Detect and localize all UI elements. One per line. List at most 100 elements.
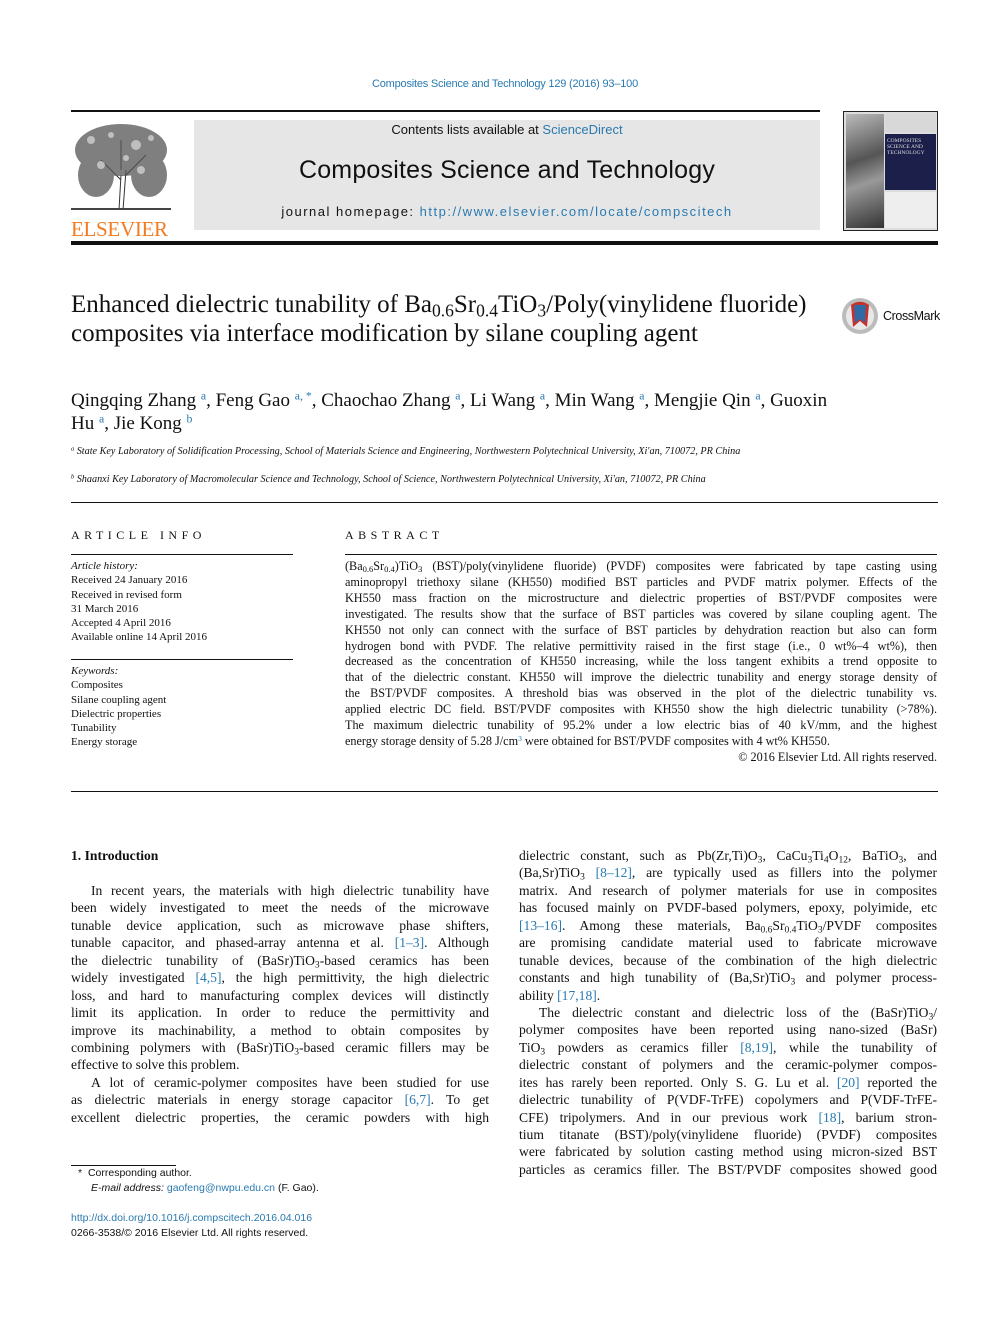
citation-link[interactable]: [20] [837, 1075, 860, 1090]
text-line: dielectric tunability of P(VDF-TrFE) cop… [519, 1091, 937, 1108]
text-line: ites has rarely been reported. Only S. G… [519, 1074, 937, 1091]
text-line: [13–16]. Among these materials, Ba0.6Sr0… [519, 917, 937, 935]
text-run: A lot of ceramic-polymer composites have… [91, 1074, 489, 1090]
email-footnote: E-mail address: gaofeng@nwpu.edu.cn (F. … [91, 1182, 319, 1194]
affiliation-marker[interactable]: b [187, 413, 193, 426]
citation-link[interactable]: [18] [818, 1110, 841, 1125]
text-run: KH550 not only can connect with the surf… [345, 622, 937, 637]
text-run: , are typically used as fillers into the… [631, 865, 938, 881]
text-run: were obtained for BST/PVDF composites wi… [521, 733, 830, 748]
divider [71, 554, 293, 555]
text-line: A lot of ceramic-polymer composites have… [71, 1074, 489, 1091]
text-run: the dielectric tunability of (BaSr)TiO [71, 952, 315, 968]
text-run: , Min Wang [545, 390, 640, 411]
journal-homepage-link[interactable]: http://www.elsevier.com/locate/compscite… [420, 204, 733, 219]
text-run: The dielectric constant and dielectric l… [539, 1004, 929, 1020]
text-line: been widely investigated to meet the nee… [71, 899, 489, 916]
text-run: are promising candidate material used to… [519, 935, 937, 951]
text-run: , while the tunability of [773, 1039, 938, 1055]
text-line: as dielectric materials in energy storag… [71, 1091, 489, 1108]
text-run: The maximum dielectric tunability of 95.… [345, 718, 937, 733]
text-run: Sr [373, 559, 385, 573]
text-run: particles as ceramics filler. The BST/PV… [519, 1161, 937, 1177]
text-line: energy storage density of 5.28 J/cm3 wer… [345, 734, 937, 750]
corresponding-footnote: * Corresponding author. [78, 1167, 192, 1179]
text-line: applied electric DC field. BST/PVDF comp… [345, 702, 937, 718]
intro-left-column: In recent years, the materials with high… [71, 882, 489, 1126]
doi-link[interactable]: http://dx.doi.org/10.1016/j.compscitech.… [71, 1211, 312, 1226]
text-run: , CaCu [762, 848, 808, 863]
elsevier-tree-icon [71, 124, 171, 211]
text-line: TiO3 powders as ceramics filler [8,19], … [519, 1039, 938, 1057]
citation-link[interactable]: [8,19] [740, 1040, 773, 1055]
history-accepted: Accepted 4 April 2016 [71, 617, 171, 630]
subscript: 3 [537, 300, 547, 321]
text-line: hydrogen bond with PVDF. The relative pe… [345, 639, 937, 655]
text-run: CFE) tripolymers. And in our previous wo… [519, 1109, 819, 1125]
text-run: . Among these materials, Ba [562, 917, 761, 933]
text-line: KH550 mass fraction on the microstructur… [345, 591, 937, 607]
text-run: TiO [796, 917, 818, 933]
text-line: effective to solve this problem. [71, 1056, 489, 1073]
text-run: reported the [859, 1074, 937, 1090]
text-run: applied electric DC field. BST/PVDF comp… [345, 702, 937, 717]
citation-link[interactable]: [8–12] [596, 865, 632, 880]
text-run: , Feng Gao [206, 390, 295, 411]
keyword: Dielectric properties [71, 707, 162, 720]
text-line: The maximum dielectric tunability of 95.… [345, 718, 937, 734]
text-run: decreased as the concentration of KH550 … [345, 654, 937, 669]
text-run: )TiO [394, 559, 419, 573]
text-run: matrix. And research of polymer material… [519, 882, 937, 898]
history-revised-date: 31 March 2016 [71, 602, 139, 615]
text-line: (Ba0.6Sr0.4)TiO3 (BST)/poly(vinylidene f… [345, 559, 937, 575]
text-run: , Li Wang [460, 390, 540, 411]
text-run: improve its machinability, a method to o… [71, 1022, 489, 1038]
article-title: Enhanced dielectric tunability of Ba0.6S… [71, 290, 811, 348]
abstract-copyright: © 2016 Elsevier Ltd. All rights reserved… [738, 750, 937, 764]
citation-link[interactable]: [17,18] [557, 988, 597, 1003]
text-run: investigated. The results show that the … [345, 606, 937, 621]
keywords: Keywords: Composites Silane coupling age… [71, 664, 296, 750]
abstract-text: (Ba0.6Sr0.4)TiO3 (BST)/poly(vinylidene f… [345, 559, 937, 750]
crossmark-icon [842, 298, 878, 334]
subscript: 0.6 [362, 564, 374, 575]
text-run: tunable capacitor, and phased-array ante… [71, 935, 395, 951]
text-run: (Ba [345, 559, 363, 573]
subscript: 0.6 [431, 300, 454, 321]
text-run: (Ba,Sr)TiO [519, 865, 581, 881]
text-run: /PVDF composites [822, 917, 937, 933]
history-revised: Received in revised form [71, 588, 182, 601]
text-run: . [596, 987, 601, 1003]
journal-citation-link[interactable]: Composites Science and Technology 129 (2… [0, 78, 992, 90]
divider [71, 659, 293, 660]
text-run: combining polymers with (BaSr)TiO [71, 1039, 295, 1055]
text-line: aminopropyl triethoxy silane (KH550) mod… [345, 575, 937, 591]
divider [71, 502, 938, 503]
keyword: Tunability [71, 722, 117, 735]
text-run: TiO [519, 1039, 541, 1055]
text-run: tunable devices, because of the combinat… [519, 952, 937, 968]
email-link[interactable]: gaofeng@nwpu.edu.cn [167, 1182, 275, 1194]
text-run [585, 865, 596, 880]
citation-link[interactable]: [6,7] [405, 1092, 431, 1107]
citation-link[interactable]: [1–3] [395, 935, 424, 950]
text-line: tunable capacitor, and phased-array ante… [71, 934, 489, 951]
text-run: dielectric constant of polymers and the … [519, 1057, 937, 1073]
text-line: that of the dielectric constant. KH550 w… [345, 670, 937, 686]
history-online: Available online 14 April 2016 [71, 631, 208, 644]
text-run: effective to solve this problem. [71, 1057, 240, 1073]
text-line: tium titanate (BST)/poly(vinylidene fluo… [519, 1126, 937, 1143]
citation-link[interactable]: [13–16] [519, 918, 562, 933]
text-run: and polymer process- [795, 970, 937, 986]
sciencedirect-link[interactable]: ScienceDirect [542, 122, 622, 137]
crossmark-button[interactable]: CrossMark [841, 297, 940, 335]
elsevier-logo[interactable]: ELSEVIER [71, 120, 171, 241]
text-run: , the high permittivity, the high dielec… [221, 970, 490, 986]
keywords-label: Keywords: [71, 665, 119, 677]
affiliation-marker[interactable]: a, * [295, 390, 312, 403]
citation-link[interactable]: [4,5] [195, 970, 221, 985]
divider [71, 791, 938, 792]
journal-cover-image[interactable]: COMPOSITES SCIENCE AND TECHNOLOGY [843, 111, 938, 231]
text-run: powders as ceramics filler [545, 1039, 741, 1055]
header-rule [71, 110, 820, 112]
